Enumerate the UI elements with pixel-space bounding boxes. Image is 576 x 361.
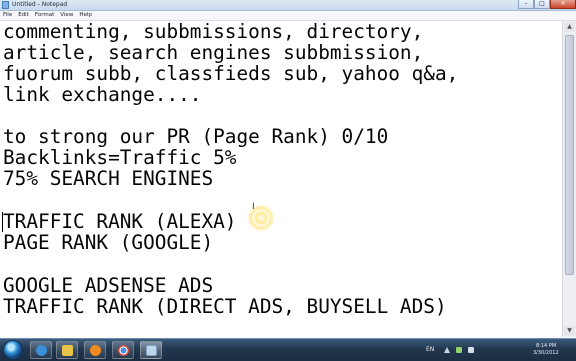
text-line: 75% SEARCH ENGINES <box>3 167 214 190</box>
internet-explorer-icon <box>36 345 47 356</box>
media-player-icon <box>90 345 101 356</box>
window-controls: – □ ✕ <box>518 0 576 10</box>
scroll-down-arrow-icon[interactable]: ▼ <box>564 326 575 336</box>
menu-file[interactable]: File <box>0 11 15 20</box>
taskbar-media-player[interactable] <box>84 341 106 359</box>
menu-view[interactable]: View <box>57 11 76 20</box>
text-line: GOOGLE ADSENSE ADS <box>3 274 214 297</box>
network-icon[interactable] <box>456 347 462 353</box>
text-line: TRAFFIC RANK (DIRECT ADS, BUYSELL ADS) <box>3 295 447 318</box>
menu-help[interactable]: Help <box>76 11 95 20</box>
taskbar-notepad-active[interactable] <box>140 341 162 359</box>
scroll-up-arrow-icon[interactable]: ▲ <box>564 22 575 32</box>
minimize-button[interactable]: – <box>518 0 534 9</box>
volume-icon[interactable] <box>468 347 474 353</box>
text-line: Backlinks=Traffic 5% <box>3 146 237 169</box>
menu-bar: File Edit Format View Help <box>0 11 576 21</box>
folder-icon <box>62 345 73 356</box>
title-bar: Untitled - Notepad – □ ✕ <box>0 0 576 11</box>
taskbar-chrome[interactable] <box>112 341 134 359</box>
language-indicator[interactable]: EN <box>426 347 434 353</box>
show-hidden-icons-icon[interactable] <box>444 347 450 353</box>
ibeam-cursor-icon: I <box>252 202 255 212</box>
start-button[interactable] <box>3 340 23 360</box>
maximize-button[interactable]: □ <box>534 0 550 9</box>
taskbar-windows-explorer[interactable] <box>56 341 78 359</box>
vertical-scrollbar[interactable]: ▲ ▼ <box>562 21 576 337</box>
notepad-app-icon[interactable] <box>2 1 9 9</box>
text-line: article, search engines subbmission, <box>3 41 424 64</box>
clock-date[interactable]: 3/30/2012 <box>533 350 559 356</box>
menu-edit[interactable]: Edit <box>15 11 32 20</box>
notepad-icon <box>146 345 157 356</box>
text-line: link exchange.... <box>3 83 202 106</box>
chrome-icon <box>118 345 129 356</box>
text-caret <box>2 212 3 232</box>
clock-time[interactable]: 8:14 PM <box>536 343 556 349</box>
text-line: fuorum subb, classfieds sub, yahoo q&a, <box>3 62 459 85</box>
close-button[interactable]: ✕ <box>550 0 576 9</box>
text-line: PAGE RANK (GOOGLE) <box>3 231 214 254</box>
taskbar: EN 8:14 PM 3/30/2012 <box>0 338 576 361</box>
text-line: to strong our PR (Page Rank) 0/10 <box>3 125 389 148</box>
window-title: Untitled - Notepad <box>12 1 68 8</box>
menu-format[interactable]: Format <box>32 11 57 20</box>
scrollbar-thumb[interactable] <box>565 35 574 275</box>
taskbar-internet-explorer[interactable] <box>30 341 52 359</box>
text-line: TRAFFIC RANK (ALEXA) <box>3 210 237 233</box>
text-editor[interactable]: commenting, subbmissions, directory, art… <box>0 21 562 337</box>
text-line: commenting, subbmissions, directory, <box>3 21 424 43</box>
